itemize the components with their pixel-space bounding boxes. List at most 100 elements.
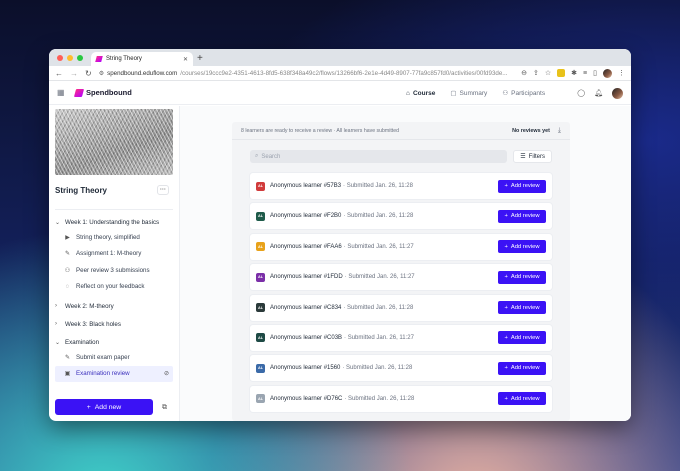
- address-bar: ← → ↻ ⚙ spendbound.eduflow.com/courses/1…: [49, 66, 631, 81]
- header-nav: ⌂ Course ▢ Summary ⚇ Participants: [406, 81, 545, 105]
- home-icon: ⌂: [406, 89, 410, 97]
- plus-icon: +: [504, 395, 508, 402]
- learner-row[interactable]: AL Anonymous learner #57B3 · Submitted Jan…: [250, 173, 552, 199]
- search-row: ⌕ Search ☰ Filters: [232, 150, 570, 163]
- add-review-label: Add review: [510, 183, 540, 189]
- nav-course[interactable]: ⌂ Course: [406, 90, 435, 97]
- user-avatar[interactable]: [612, 87, 623, 99]
- add-review-label: Add review: [510, 365, 540, 372]
- add-review-button[interactable]: + Add review: [498, 179, 546, 193]
- download-icon[interactable]: ⤓: [558, 127, 561, 135]
- browser-extensions: ⊖ ⇪ ☆ ✱ ≡ ▯ ⋮: [521, 68, 625, 78]
- activity-reflect[interactable]: ◌ Reflect on your feedback: [55, 279, 173, 296]
- learner-avatar-badge: AL: [256, 272, 265, 282]
- add-review-button[interactable]: + Add review: [498, 240, 546, 254]
- extension-icon[interactable]: [557, 69, 566, 77]
- tab-bar: String Theory ✕ +: [49, 49, 631, 66]
- learner-row[interactable]: AL Anonymous learner #C03B · Submitted Jan…: [250, 324, 552, 351]
- pencil-icon: ✎: [64, 251, 71, 258]
- section-week-3[interactable]: › Week 3: Black holes: [55, 317, 173, 331]
- learner-name: Anonymous learner #57B3: [270, 183, 342, 189]
- chat-icon[interactable]: ◯: [577, 89, 585, 97]
- learner-row[interactable]: AL Anonymous learner #D76C · Submitted Jan…: [250, 385, 552, 412]
- sidebar-toggle-icon[interactable]: ▯: [593, 69, 597, 77]
- section-label: Week 2: M-theory: [65, 302, 114, 310]
- add-review-button[interactable]: + Add review: [498, 331, 546, 345]
- duplicate-icon[interactable]: ⧉: [159, 402, 170, 413]
- search-icon: ⌕: [255, 153, 259, 159]
- summary-icon: ▢: [450, 90, 457, 97]
- hidden-eye-icon[interactable]: ⊘: [164, 370, 173, 377]
- browser-window: String Theory ✕ + ← → ↻ ⚙ spendbound.edu…: [49, 49, 631, 421]
- plus-icon: +: [504, 183, 508, 189]
- activity-examination-review[interactable]: ▣ Examination review ⊘: [55, 365, 173, 382]
- add-review-button[interactable]: + Add review: [498, 361, 546, 375]
- learner-row[interactable]: AL Anonymous learner #F2B0 · Submitted Jan…: [250, 203, 552, 230]
- search-placeholder: Search: [261, 153, 281, 160]
- activity-label: Submit exam paper: [76, 353, 130, 361]
- nav-summary[interactable]: ▢ Summary: [450, 89, 488, 98]
- nav-participants-label: Participants: [511, 89, 546, 97]
- activity-string-theory-simplified[interactable]: ▶ String theory, simplified: [55, 229, 173, 246]
- learner-row[interactable]: AL Anonymous learner #1560 · Submitted Jan…: [250, 355, 552, 382]
- section-week-2[interactable]: › Week 2: M-theory: [55, 299, 173, 313]
- activity-peer-review[interactable]: ⚇ Peer review 3 submissions: [55, 262, 173, 279]
- url-field[interactable]: ⚙ spendbound.eduflow.com/courses/19ccc9e…: [99, 70, 514, 77]
- profile-avatar[interactable]: [603, 68, 612, 78]
- back-icon[interactable]: ←: [55, 69, 63, 78]
- notifications-bell-icon[interactable]: 🔔︎: [594, 89, 603, 97]
- course-outline: ⌄ Week 1: Understanding the basics ▶ Str…: [55, 209, 173, 382]
- extension-puzzle-icon[interactable]: ✱: [571, 69, 577, 77]
- url-path: /courses/19ccc9e2-4351-4613-8fd5-638f348…: [180, 69, 508, 77]
- close-window-button[interactable]: [57, 55, 63, 61]
- nav-participants[interactable]: ⚇ Participants: [502, 89, 546, 98]
- learner-row[interactable]: AL Anonymous learner #C834 · Submitted Jan…: [250, 294, 552, 321]
- share-icon[interactable]: ⇪: [533, 69, 539, 77]
- bookmark-star-icon[interactable]: ☆: [545, 69, 551, 77]
- more-options-button[interactable]: ···: [157, 185, 169, 195]
- learner-row[interactable]: AL Anonymous learner #1FDD · Submitted Jan…: [250, 264, 552, 291]
- new-tab-button[interactable]: +: [197, 52, 203, 66]
- add-review-label: Add review: [510, 395, 540, 402]
- brand[interactable]: Spendbound: [73, 88, 132, 97]
- minimize-window-button[interactable]: [67, 55, 73, 61]
- learner-avatar-badge: AL: [256, 242, 265, 252]
- browser-tab[interactable]: String Theory ✕: [91, 52, 193, 66]
- filters-label: Filters: [528, 153, 545, 160]
- learner-row[interactable]: AL Anonymous learner #FAA6 · Submitted Jan…: [250, 233, 552, 260]
- close-tab-icon[interactable]: ✕: [183, 56, 188, 63]
- learner-avatar-badge: AL: [256, 333, 265, 343]
- filters-button[interactable]: ☰ Filters: [513, 150, 552, 163]
- activity-submit-exam[interactable]: ✎ Submit exam paper: [55, 349, 173, 366]
- maximize-window-button[interactable]: [77, 55, 83, 61]
- main-content: 8 learners are ready to receive a review…: [180, 106, 631, 421]
- site-info-icon[interactable]: ⚙: [99, 70, 104, 77]
- apps-grid-icon[interactable]: ▦: [57, 88, 71, 97]
- add-review-button[interactable]: + Add review: [498, 301, 546, 315]
- url-host: spendbound.eduflow.com: [107, 69, 178, 77]
- add-review-button[interactable]: + Add review: [498, 209, 546, 223]
- chevron-right-icon: ›: [55, 303, 57, 309]
- add-new-button[interactable]: + Add new: [55, 399, 153, 415]
- section-week-1[interactable]: ⌄ Week 1: Understanding the basics: [55, 215, 173, 229]
- learner-name: Anonymous learner #1560: [270, 365, 341, 372]
- submission-time: · Submitted Jan. 26, 11:28: [343, 213, 414, 220]
- nav-course-label: Course: [412, 89, 436, 97]
- tab-search-icon[interactable]: ≡: [583, 70, 587, 77]
- reload-icon[interactable]: ↻: [85, 69, 92, 78]
- browser-menu-icon[interactable]: ⋮: [618, 69, 625, 77]
- add-review-button[interactable]: + Add review: [498, 270, 546, 284]
- section-examination[interactable]: ⌄ Examination: [55, 335, 173, 349]
- review-icon: ▣: [64, 371, 71, 378]
- video-icon: ▶: [65, 234, 70, 241]
- add-review-button[interactable]: + Add review: [498, 392, 546, 406]
- learner-avatar-badge: AL: [256, 211, 265, 221]
- forward-icon[interactable]: →: [70, 69, 78, 78]
- plus-icon: +: [86, 403, 91, 411]
- add-review-label: Add review: [510, 334, 540, 341]
- zoom-icon[interactable]: ⊖: [521, 69, 527, 77]
- search-input[interactable]: ⌕ Search: [250, 150, 508, 163]
- activity-assignment-1[interactable]: ✎ Assignment 1: M-theory: [55, 246, 173, 263]
- nav-summary-label: Summary: [459, 89, 488, 97]
- learner-avatar-badge: AL: [256, 303, 265, 313]
